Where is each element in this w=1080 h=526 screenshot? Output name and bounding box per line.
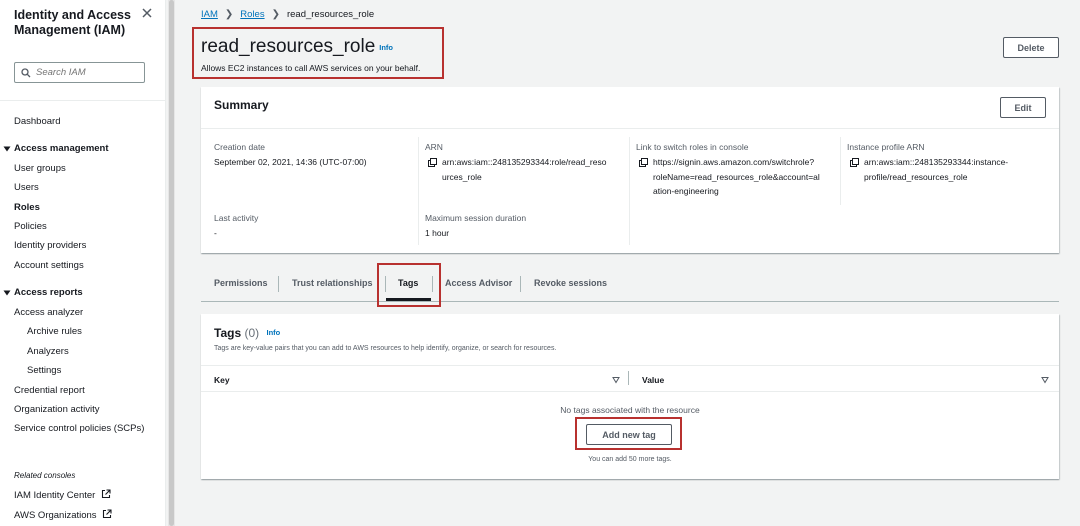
search-box[interactable]	[14, 62, 145, 83]
sidebar-item-policies[interactable]: Policies	[14, 221, 47, 232]
creation-date-value: September 02, 2021, 14:36 (UTC-07:00)	[214, 157, 367, 167]
caret-down-icon	[3, 290, 11, 295]
sidebar-item-account-settings[interactable]: Account settings	[14, 260, 84, 271]
sidebar-item-access-analyzer[interactable]: Access analyzer	[14, 307, 83, 318]
search-input[interactable]	[36, 67, 136, 78]
tags-card: Tags (0) Info Tags are key-value pairs t…	[201, 314, 1059, 479]
link-label: IAM Identity Center	[14, 490, 96, 501]
sidebar-divider	[0, 100, 166, 101]
link-line: https://signin.aws.amazon.com/switchrole…	[653, 157, 815, 167]
delete-button[interactable]: Delete	[1003, 37, 1059, 58]
column-divider	[840, 137, 841, 205]
empty-state-text: No tags associated with the resource	[560, 405, 700, 415]
profile-line: arn:aws:iam::248135293344:instance-	[864, 157, 1009, 167]
last-activity-value: -	[214, 228, 217, 238]
info-link[interactable]: Info	[266, 328, 280, 337]
role-name: read_resources_role	[201, 36, 376, 57]
tags-heading: Tags	[214, 326, 242, 340]
column-divider	[628, 371, 629, 385]
scrollbar-thumb[interactable]	[169, 0, 174, 526]
sidebar-item-organization-activity[interactable]: Organization activity	[14, 404, 100, 415]
copy-icon[interactable]	[850, 158, 859, 167]
tabs-divider	[201, 301, 1059, 302]
summary-card: Summary Edit Creation date September 02,…	[201, 87, 1059, 253]
copy-icon[interactable]	[428, 158, 437, 167]
page-title: read_resources_role Info	[201, 36, 393, 58]
sidebar-item-users[interactable]: Users	[14, 182, 39, 193]
last-activity-label: Last activity	[214, 213, 259, 223]
link-line: roleName=read_resources_role&account=al	[653, 171, 820, 182]
breadcrumb: IAM ❯ Roles ❯ read_resources_role	[201, 9, 374, 20]
tab-revoke-sessions[interactable]: Revoke sessions	[534, 278, 607, 288]
external-link-icon	[101, 489, 111, 499]
sidebar-item-credential-report[interactable]: Credential report	[14, 385, 85, 396]
copy-icon[interactable]	[639, 158, 648, 167]
breadcrumb-roles[interactable]: Roles	[240, 9, 264, 20]
sort-icon[interactable]	[1041, 376, 1049, 384]
tag-limit-text: You can add 50 more tags.	[588, 456, 672, 463]
sidebar-item-roles[interactable]: Roles	[14, 202, 40, 213]
chevron-right-icon: ❯	[224, 9, 234, 20]
profile-line: profile/read_resources_role	[864, 171, 968, 182]
arn-label: ARN	[425, 142, 443, 152]
sort-icon[interactable]	[612, 376, 620, 384]
section-access-reports[interactable]: Access reports	[3, 287, 83, 298]
breadcrumb-current: read_resources_role	[286, 9, 375, 20]
search-icon	[21, 67, 31, 77]
sidebar-item-dashboard[interactable]: Dashboard	[14, 116, 60, 127]
tab-separator	[278, 276, 279, 292]
link-line: ation-engineering	[653, 186, 719, 196]
highlight-box	[377, 263, 441, 307]
section-heading: Access management	[14, 143, 109, 154]
column-header-key[interactable]: Key	[214, 375, 230, 385]
table-top-border	[201, 365, 1059, 366]
arn-line: urces_role	[442, 171, 482, 182]
sidebar-item-identity-providers[interactable]: Identity providers	[14, 240, 86, 251]
max-session-label: Maximum session duration	[425, 213, 527, 223]
sidebar-item-analyzers[interactable]: Analyzers	[27, 346, 69, 357]
max-session-value: 1 hour	[425, 228, 450, 238]
close-icon[interactable]	[140, 6, 154, 20]
highlight-box	[575, 417, 682, 450]
info-link[interactable]: Info	[379, 43, 393, 52]
tags-count: (0)	[244, 326, 260, 340]
breadcrumb-iam[interactable]: IAM	[201, 9, 218, 20]
section-access-management[interactable]: Access management	[3, 143, 109, 154]
sidebar: Identity and Access Management (IAM) Das…	[0, 0, 166, 526]
tab-trust-relationships[interactable]: Trust relationships	[292, 278, 373, 288]
column-divider	[418, 137, 419, 245]
summary-title: Summary	[214, 98, 269, 112]
sidebar-item-archive-rules[interactable]: Archive rules	[27, 326, 82, 337]
sidebar-item-scps[interactable]: Service control policies (SCPs)	[14, 423, 144, 434]
table-header-border	[201, 391, 1059, 392]
tab-permissions[interactable]: Permissions	[214, 278, 268, 288]
card-divider	[201, 128, 1059, 129]
tab-separator	[520, 276, 521, 292]
role-description: Allows EC2 instances to call AWS service…	[201, 63, 421, 73]
creation-date-label: Creation date	[214, 142, 266, 152]
link-label: AWS Organizations	[14, 510, 97, 521]
caret-down-icon	[3, 146, 11, 151]
related-consoles-label: Related consoles	[14, 471, 76, 480]
switch-link-value: https://signin.aws.amazon.com/switchrole…	[653, 155, 820, 199]
column-header-value[interactable]: Value	[642, 375, 664, 385]
instance-profile-label: Instance profile ARN	[847, 142, 925, 152]
instance-profile-value: arn:aws:iam::248135293344:instance- prof…	[864, 155, 1008, 184]
switch-link-label: Link to switch roles in console	[636, 142, 749, 152]
sidebar-item-settings[interactable]: Settings	[27, 365, 61, 376]
sidebar-item-aws-organizations[interactable]: AWS Organizations	[14, 509, 112, 521]
arn-line: arn:aws:iam::248135293344:role/read_reso	[442, 157, 607, 167]
external-link-icon	[103, 509, 112, 519]
arn-value: arn:aws:iam::248135293344:role/read_reso…	[442, 155, 606, 184]
tab-access-advisor[interactable]: Access Advisor	[445, 278, 512, 288]
sidebar-title: Identity and Access Management (IAM)	[14, 8, 131, 37]
section-heading: Access reports	[14, 287, 83, 298]
sidebar-item-user-groups[interactable]: User groups	[14, 163, 66, 174]
edit-button[interactable]: Edit	[1000, 97, 1046, 118]
chevron-right-icon: ❯	[271, 9, 280, 20]
tags-title: Tags (0) Info	[214, 326, 280, 340]
sidebar-item-iam-identity-center[interactable]: IAM Identity Center	[14, 489, 111, 501]
tags-description: Tags are key-value pairs that you can ad…	[214, 345, 557, 352]
column-divider	[629, 137, 630, 245]
